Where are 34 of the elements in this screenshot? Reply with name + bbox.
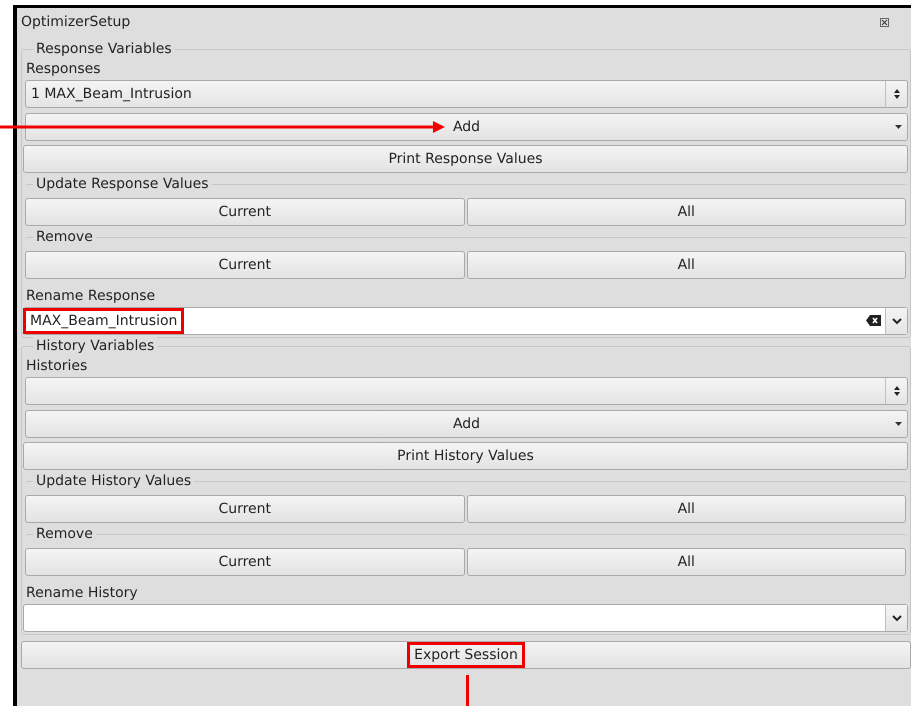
field-label: Rename Response (25, 287, 156, 306)
add-button[interactable]: Add (25, 113, 908, 141)
caret-icon (895, 422, 902, 426)
field-label: Responses (25, 60, 102, 79)
group-title: History Variables (33, 337, 158, 355)
action-button[interactable]: Current (25, 251, 464, 279)
field-label: Rename History (25, 584, 139, 603)
caret-icon (895, 125, 902, 129)
response-selector[interactable]: 1 MAX_Beam_Intrusion (25, 80, 908, 108)
chevron-down-icon[interactable] (892, 614, 902, 622)
action-button[interactable]: Current (25, 198, 464, 226)
print-button[interactable]: Print Response Values (23, 145, 908, 173)
field-label: Histories (25, 357, 88, 376)
action-button[interactable]: All (466, 251, 906, 279)
print-button[interactable]: Print History Values (23, 442, 908, 470)
clear-icon[interactable] (866, 312, 881, 328)
spinner-icon[interactable] (892, 88, 900, 100)
action-button[interactable]: All (466, 548, 906, 576)
action-button[interactable]: Current (25, 495, 464, 523)
rename-field[interactable]: MAX_Beam_Intrusion (23, 307, 908, 335)
action-button[interactable]: All (466, 198, 906, 226)
button-label: Export Session (407, 642, 525, 668)
add-button[interactable]: Add (25, 410, 908, 438)
group-title: Response Variables (33, 40, 175, 58)
chevron-down-icon[interactable] (892, 318, 902, 324)
window-title: OptimizerSetup (21, 12, 130, 32)
spinner-icon[interactable] (892, 385, 900, 397)
group-title: Update Response Values (33, 175, 212, 193)
rename-field[interactable] (23, 604, 908, 632)
action-button[interactable]: All (466, 495, 906, 523)
group-title: Update History Values (33, 472, 194, 490)
action-button[interactable]: Current (25, 548, 464, 576)
close-icon[interactable] (880, 18, 889, 26)
leader-line (466, 675, 469, 706)
